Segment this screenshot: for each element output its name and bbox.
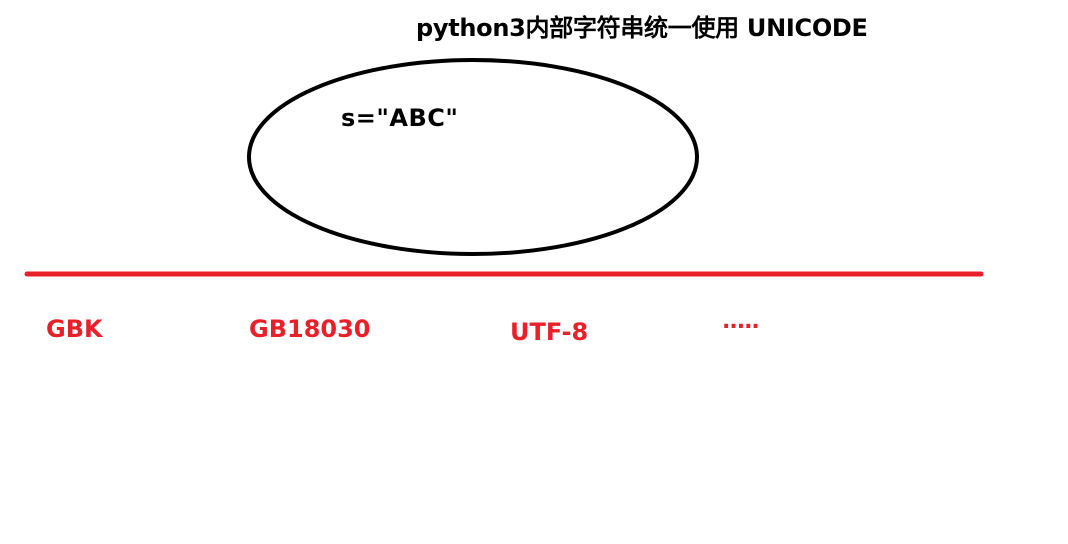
- encoding-label-ellipsis: .....: [722, 309, 760, 334]
- encoding-label-gb18030: GB18030: [249, 315, 371, 343]
- unicode-string-ellipse: [247, 58, 699, 256]
- string-literal-label: s="ABC": [341, 104, 459, 132]
- diagram-canvas: [24, 58, 984, 277]
- encoding-label-gbk: GBK: [46, 315, 103, 343]
- encoding-label-utf8: UTF-8: [510, 318, 589, 346]
